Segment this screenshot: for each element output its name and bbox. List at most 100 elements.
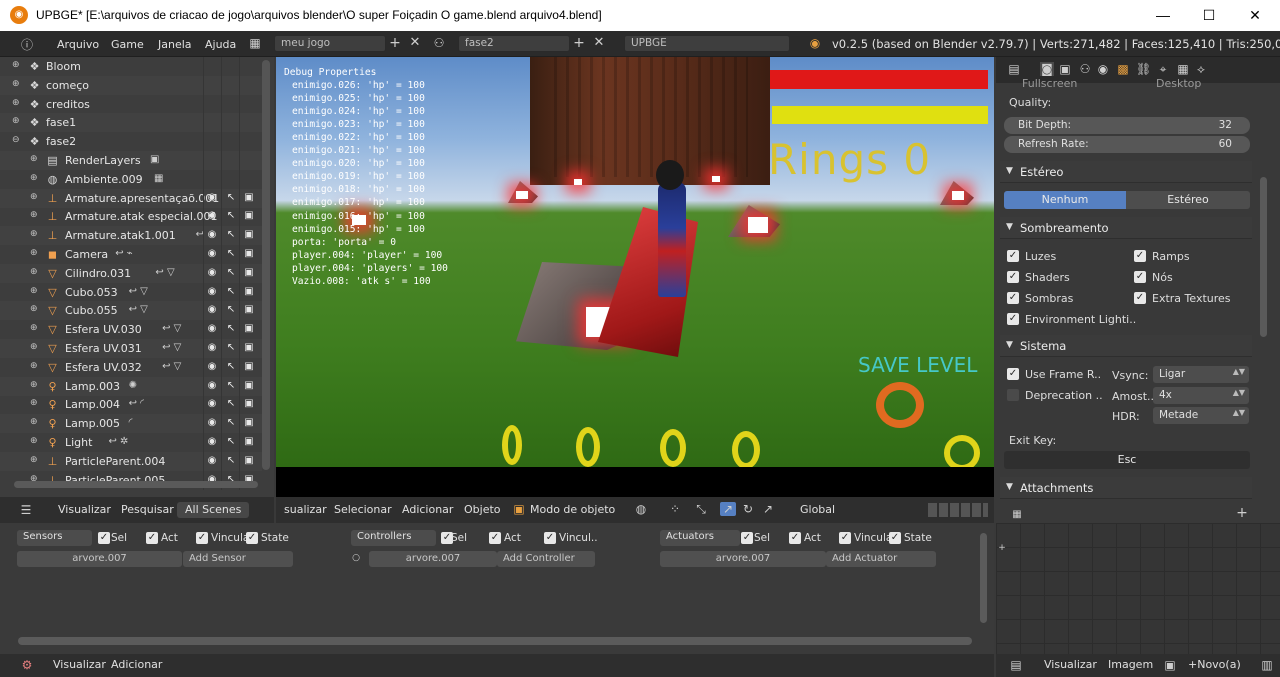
expand-toggle-icon[interactable]: ⊕ [30, 248, 38, 258]
stereo-stereo-button[interactable]: Estéreo [1126, 191, 1250, 209]
render-layers-tab-icon[interactable]: ▣ [1058, 62, 1072, 76]
outliner-item[interactable]: ⊕ ▤ RenderLayers ▣ [0, 151, 262, 170]
close-button[interactable]: ✕ [1232, 0, 1278, 31]
selectability-cursor-icon[interactable]: ↖ [224, 304, 238, 315]
visibility-eye-icon[interactable]: ◉ [205, 286, 219, 297]
render-tab-icon[interactable]: ◙ [1040, 62, 1054, 76]
pivot-point-icon[interactable]: ⁘ [668, 502, 682, 516]
use-frame-rate-checkbox[interactable]: ✓ [1007, 368, 1019, 380]
selectability-cursor-icon[interactable]: ↖ [224, 417, 238, 428]
selectability-cursor-icon[interactable]: ↖ [224, 361, 238, 372]
object-tab-icon[interactable]: ▩ [1116, 62, 1130, 76]
visibility-eye-icon[interactable]: ◉ [205, 210, 219, 221]
node-visualizar-menu[interactable]: Visualizar [1036, 657, 1105, 673]
physics-tab-icon[interactable]: ⟡ [1194, 62, 1208, 77]
actuators-sel-checkbox[interactable]: ✓ [741, 532, 753, 544]
node-expand-icon[interactable]: + [998, 543, 1006, 553]
viewport-objeto-menu[interactable]: Objeto [456, 502, 509, 518]
render-camera-icon[interactable]: ▣ [242, 455, 256, 466]
manipulator-icon[interactable]: ⤡ [694, 502, 708, 517]
selectability-cursor-icon[interactable]: ↖ [224, 436, 238, 447]
minimize-button[interactable]: — [1140, 0, 1186, 31]
visibility-eye-icon[interactable]: ◉ [205, 323, 219, 334]
shading-checkbox[interactable]: ✓ [1007, 313, 1019, 325]
image-browse-icon[interactable]: ▣ [1162, 658, 1178, 672]
visibility-eye-icon[interactable]: ◉ [205, 342, 219, 353]
outliner-item[interactable]: ⊖ ❖ fase2 [0, 132, 262, 152]
visibility-eye-icon[interactable]: ◉ [205, 398, 219, 409]
outliner-item[interactable]: ⊕ ♀ Light ↩ ✲ ◉ ↖ ▣ [0, 433, 262, 452]
add-controller-select[interactable]: Add Controller [497, 551, 595, 567]
refresh-rate-field[interactable]: Refresh Rate: 60 [1004, 136, 1250, 153]
info-editor-icon[interactable]: ⓘ [18, 36, 36, 53]
system-panel-header[interactable]: ▼ Sistema [1000, 335, 1252, 357]
visibility-eye-icon[interactable]: ◉ [205, 361, 219, 372]
outliner-item-extra[interactable]: ◜ [129, 417, 133, 428]
outliner-item[interactable]: ⊕ ♀ Lamp.003 ✺ ◉ ↖ ▣ [0, 376, 262, 396]
render-camera-icon[interactable]: ▣ [242, 304, 256, 315]
actuators-state-checkbox[interactable]: ✓ [889, 532, 901, 544]
delete-scene-icon[interactable]: ✕ [592, 35, 606, 50]
deprecation-checkbox[interactable] [1007, 389, 1019, 401]
shading-checkbox[interactable]: ✓ [1007, 250, 1019, 262]
visibility-eye-icon[interactable]: ◉ [205, 267, 219, 278]
selectability-cursor-icon[interactable]: ↖ [224, 342, 238, 353]
samples-select[interactable]: 4x ▲▼ [1153, 387, 1249, 404]
screen-layout-icon[interactable]: ▦ [248, 36, 262, 50]
selectability-cursor-icon[interactable]: ↖ [224, 455, 238, 466]
selectability-cursor-icon[interactable]: ↖ [224, 323, 238, 334]
delete-screen-icon[interactable]: ✕ [408, 35, 422, 50]
outliner-item[interactable]: ⊕ ⊥ Armature.atak especial.001 ◉ ↖ ▣ [0, 207, 262, 227]
expand-toggle-icon[interactable]: ⊕ [30, 229, 38, 239]
outliner-visualizar-menu[interactable]: Visualizar [50, 502, 119, 518]
expand-toggle-icon[interactable]: ⊕ [30, 192, 38, 202]
visibility-eye-icon[interactable]: ◉ [205, 436, 219, 447]
expand-toggle-icon[interactable]: ⊕ [30, 436, 38, 446]
outliner-item[interactable]: ⊕ ▽ Esfera UV.030 ↩ ▽ ◉ ↖ ▣ [0, 320, 262, 340]
expand-toggle-icon[interactable]: ⊕ [12, 98, 20, 108]
mode-select[interactable]: Modo de objeto [522, 502, 623, 518]
expand-toggle-icon[interactable]: ⊕ [30, 342, 38, 352]
sensors-act-checkbox[interactable]: ✓ [146, 532, 158, 544]
outliner-item-extra[interactable]: ↩ ▽ [162, 323, 181, 334]
menu-ajuda[interactable]: Ajuda [205, 38, 236, 51]
expand-toggle-icon[interactable]: ⊕ [30, 361, 38, 371]
expand-toggle-icon[interactable]: ⊕ [30, 323, 38, 333]
add-sensor-select[interactable]: Add Sensor [183, 551, 293, 567]
controllers-filter-select[interactable]: Controllers [351, 530, 436, 546]
outliner-item-extra[interactable]: ▣ [150, 154, 159, 165]
outliner-item[interactable]: ⊕ ♀ Lamp.004 ↩ ◜ ◉ ↖ ▣ [0, 395, 262, 415]
node-imagem-menu[interactable]: Imagem [1100, 657, 1161, 673]
translate-manipulator-icon[interactable]: ↗ [720, 502, 736, 516]
outliner-item[interactable]: ⊕ ▽ Cubo.055 ↩ ▽ ◉ ↖ ▣ [0, 301, 262, 321]
visibility-eye-icon[interactable]: ◉ [205, 248, 219, 259]
selectability-cursor-icon[interactable]: ↖ [224, 210, 238, 221]
outliner-item[interactable]: ⊕ ❖ começo [0, 75, 262, 95]
selectability-cursor-icon[interactable]: ↖ [224, 229, 238, 240]
menu-arquivo[interactable]: Arquivo [57, 38, 99, 51]
outliner-item[interactable]: ⊕ ♀ Lamp.005 ◜ ◉ ↖ ▣ [0, 414, 262, 434]
outliner-item-extra[interactable]: ↩ ▽ [162, 361, 181, 372]
shading-checkbox[interactable]: ✓ [1134, 292, 1146, 304]
visibility-eye-icon[interactable]: ◉ [205, 229, 219, 240]
outliner-item-extra[interactable]: ✺ [129, 380, 137, 391]
outliner-item[interactable]: ⊕ ◍ Ambiente.009 ▦ [0, 169, 262, 189]
expand-toggle-icon[interactable]: ⊕ [12, 79, 20, 89]
outliner-item-extra[interactable]: ↩ ▽ [162, 342, 181, 353]
viewport-shading-icon[interactable]: ◍ [634, 502, 648, 516]
bit-depth-field[interactable]: Bit Depth: 32 [1004, 117, 1250, 134]
selectability-cursor-icon[interactable]: ↖ [224, 398, 238, 409]
scene-tab-icon[interactable]: ⚇ [1078, 62, 1092, 76]
selectability-cursor-icon[interactable]: ↖ [224, 380, 238, 391]
render-camera-icon[interactable]: ▣ [242, 417, 256, 428]
outliner-item-extra[interactable]: ↩ ⌁ [115, 248, 133, 259]
controllers-act-checkbox[interactable]: ✓ [489, 532, 501, 544]
outliner-item[interactable]: ⊕ ❖ creditos [0, 94, 262, 114]
scene-name-field[interactable]: fase2 [458, 35, 570, 52]
scene-selector-icon[interactable]: ⚇ [432, 36, 446, 50]
visibility-eye-icon[interactable]: ◉ [205, 192, 219, 203]
outliner-item[interactable]: ⊕ ⊥ Armature.apresentaçaõ.001 ◉ ↖ ▣ [0, 188, 262, 208]
render-camera-icon[interactable]: ▣ [242, 229, 256, 240]
selectability-cursor-icon[interactable]: ↖ [224, 286, 238, 297]
sensors-state-checkbox[interactable]: ✓ [246, 532, 258, 544]
